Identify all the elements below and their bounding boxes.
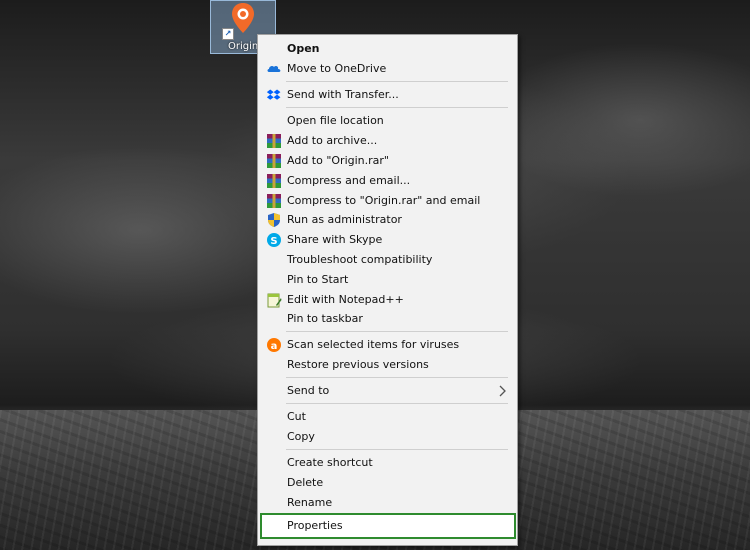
menu-item-delete[interactable]: Delete [260, 473, 515, 492]
menu-item-label: Compress to "Origin.rar" and email [287, 194, 481, 207]
menu-item-cut[interactable]: Cut [260, 407, 515, 426]
menu-item-move-to-onedrive[interactable]: Move to OneDrive [260, 59, 515, 78]
dropbox-icon [266, 87, 282, 103]
menu-item-label: Troubleshoot compatibility [287, 253, 433, 266]
menu-item-label: Create shortcut [287, 456, 373, 469]
menu-item-label: Restore previous versions [287, 358, 429, 371]
menu-separator [286, 107, 508, 108]
menu-item-rename[interactable]: Rename [260, 493, 515, 512]
menu-separator [286, 403, 508, 404]
menu-item-scan-for-viruses[interactable]: a Scan selected items for viruses [260, 335, 515, 354]
menu-separator [286, 331, 508, 332]
menu-separator [286, 377, 508, 378]
menu-item-copy[interactable]: Copy [260, 427, 515, 446]
menu-item-edit-with-notepadpp[interactable]: Edit with Notepad++ [260, 290, 515, 309]
menu-item-send-with-transfer[interactable]: Send with Transfer... [260, 85, 515, 104]
winrar-icon [266, 173, 282, 189]
menu-item-pin-to-taskbar[interactable]: Pin to taskbar [260, 309, 515, 328]
menu-item-label: Send with Transfer... [287, 88, 399, 101]
winrar-icon [266, 153, 282, 169]
menu-item-label: Send to [287, 384, 330, 397]
menu-item-label: Compress and email... [287, 174, 411, 187]
winrar-icon [266, 193, 282, 209]
notepadpp-icon [266, 292, 282, 308]
menu-item-label: Scan selected items for viruses [287, 338, 460, 351]
context-menu: Open Move to OneDrive Send with Transfer… [257, 34, 518, 546]
menu-item-properties[interactable]: Properties [260, 513, 516, 539]
menu-item-create-shortcut[interactable]: Create shortcut [260, 453, 515, 472]
menu-item-label: Open [287, 42, 320, 55]
shortcut-arrow-icon: ↗ [222, 28, 234, 40]
menu-item-open[interactable]: Open [260, 39, 515, 58]
menu-item-restore-previous-versions[interactable]: Restore previous versions [260, 355, 515, 374]
menu-item-label: Pin to taskbar [287, 312, 363, 325]
menu-item-add-to-archive[interactable]: Add to archive... [260, 131, 515, 150]
menu-item-label: Edit with Notepad++ [287, 293, 404, 306]
menu-item-label: Rename [287, 496, 333, 509]
onedrive-icon [266, 61, 282, 77]
menu-item-label: Properties [287, 519, 343, 532]
menu-item-label: Run as administrator [287, 213, 402, 226]
menu-item-add-to-origin-rar[interactable]: Add to "Origin.rar" [260, 151, 515, 170]
svg-text:S: S [270, 236, 277, 247]
menu-item-pin-to-start[interactable]: Pin to Start [260, 270, 515, 289]
menu-item-label: Delete [287, 476, 324, 489]
menu-item-label: Open file location [287, 114, 384, 127]
menu-item-label: Move to OneDrive [287, 62, 387, 75]
winrar-icon [266, 133, 282, 149]
menu-item-troubleshoot-compatibility[interactable]: Troubleshoot compatibility [260, 250, 515, 269]
menu-item-compress-to-rar-and-email[interactable]: Compress to "Origin.rar" and email [260, 191, 515, 210]
menu-item-open-file-location[interactable]: Open file location [260, 111, 515, 130]
menu-item-label: Add to "Origin.rar" [287, 154, 389, 167]
menu-item-share-with-skype[interactable]: S Share with Skype [260, 230, 515, 249]
menu-item-send-to[interactable]: Send to [260, 381, 515, 400]
menu-separator [286, 81, 508, 82]
menu-item-label: Add to archive... [287, 134, 378, 147]
menu-item-label: Copy [287, 430, 315, 443]
chevron-right-icon [499, 381, 507, 400]
uac-shield-icon [266, 212, 282, 228]
desktop-icon-label: Origin [228, 41, 259, 52]
menu-item-run-as-administrator[interactable]: Run as administrator [260, 210, 515, 229]
avast-icon: a [266, 337, 282, 353]
skype-icon: S [266, 232, 282, 248]
menu-item-compress-and-email[interactable]: Compress and email... [260, 171, 515, 190]
menu-item-label: Share with Skype [287, 233, 383, 246]
menu-item-label: Cut [287, 410, 306, 423]
menu-item-label: Pin to Start [287, 273, 349, 286]
svg-text:a: a [271, 341, 278, 352]
menu-separator [286, 449, 508, 450]
